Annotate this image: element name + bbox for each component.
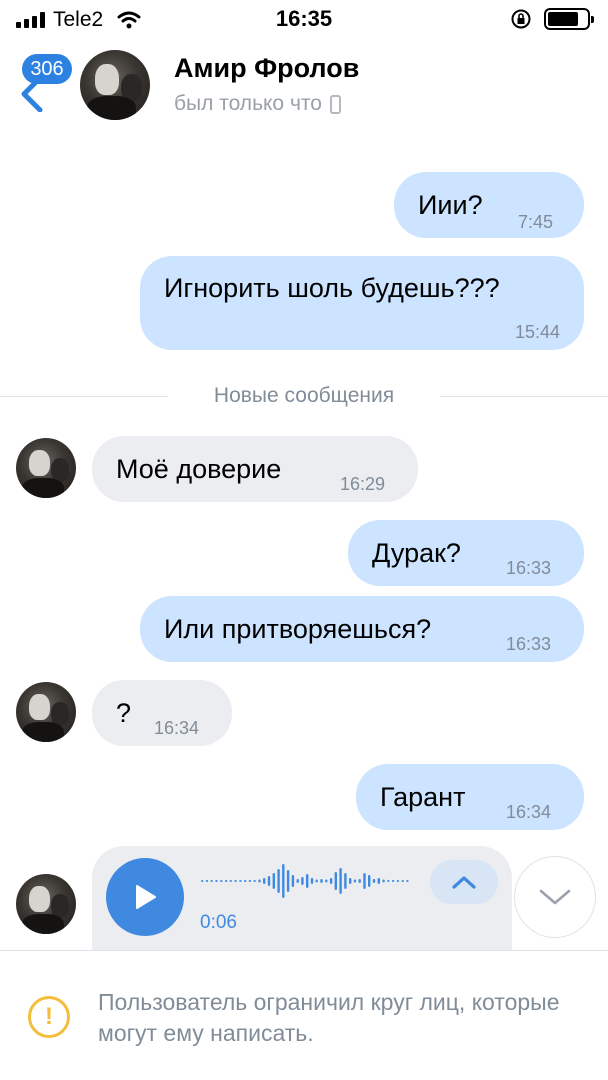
- orientation-lock-icon: [511, 9, 531, 29]
- message-time: 16:34: [506, 802, 552, 822]
- sender-avatar[interactable]: [16, 438, 76, 498]
- scroll-down-button[interactable]: [514, 856, 596, 938]
- message-bubble-incoming[interactable]: ? 16:34: [92, 680, 232, 746]
- message-time: 15:44: [514, 322, 560, 342]
- message-time: 16:29: [340, 474, 386, 494]
- message-text: Игнорить шоль будешь???: [164, 273, 500, 303]
- message-text: Моё доверие: [116, 454, 282, 484]
- message-time: 16:33: [506, 634, 552, 654]
- status-bar: Tele2 16:35: [0, 0, 608, 40]
- warning-icon: !: [28, 996, 70, 1038]
- write-restriction-notice: ! Пользователь ограничил круг лиц, котор…: [0, 950, 608, 1080]
- contact-name[interactable]: Амир Фролов: [174, 53, 359, 84]
- voice-message: 0:06: [92, 846, 512, 950]
- message-time: 7:45: [518, 212, 554, 232]
- last-seen-status: был только что: [174, 92, 341, 116]
- message-text: Или притворяешься?: [164, 614, 432, 644]
- phone-icon: [329, 94, 341, 114]
- restriction-text: Пользователь ограничил круг лиц, которые…: [98, 989, 560, 1046]
- battery-icon: [544, 8, 594, 30]
- voice-waveform[interactable]: [200, 862, 410, 900]
- new-messages-divider: Новые сообщения: [0, 382, 608, 412]
- last-seen-text: был только что: [174, 92, 322, 115]
- message-bubble-incoming[interactable]: Моё доверие 16:29: [92, 436, 418, 502]
- message-bubble-outgoing[interactable]: Гарант 16:34: [356, 764, 584, 830]
- back-button[interactable]: 306: [12, 54, 72, 114]
- contact-avatar[interactable]: [80, 50, 150, 120]
- message-text: ?: [116, 698, 132, 728]
- message-time: 16:33: [506, 558, 552, 578]
- chat-header: 306 Амир Фролов был только что: [0, 44, 608, 128]
- message-text: Гарант: [380, 782, 466, 812]
- message-bubble-outgoing[interactable]: Иии? 7:45: [394, 172, 584, 238]
- transcribe-button[interactable]: [430, 860, 498, 904]
- play-button[interactable]: [106, 858, 184, 936]
- chevron-down-icon: [539, 889, 571, 905]
- message-text: Иии?: [418, 190, 483, 220]
- play-icon: [136, 885, 156, 909]
- unread-badge: 306: [22, 54, 72, 84]
- sender-avatar[interactable]: [16, 682, 76, 742]
- message-text: Дурак?: [372, 538, 461, 568]
- message-bubble-outgoing[interactable]: Дурак? 16:33: [348, 520, 584, 586]
- message-bubble-outgoing[interactable]: Или притворяешься? 16:33: [140, 596, 584, 662]
- message-bubble-outgoing[interactable]: Игнорить шоль будешь??? 15:44: [140, 256, 584, 350]
- message-time: 16:34: [154, 718, 200, 738]
- chevron-up-icon: [452, 876, 476, 889]
- voice-duration: 0:06: [200, 912, 237, 933]
- sender-avatar[interactable]: [16, 874, 76, 934]
